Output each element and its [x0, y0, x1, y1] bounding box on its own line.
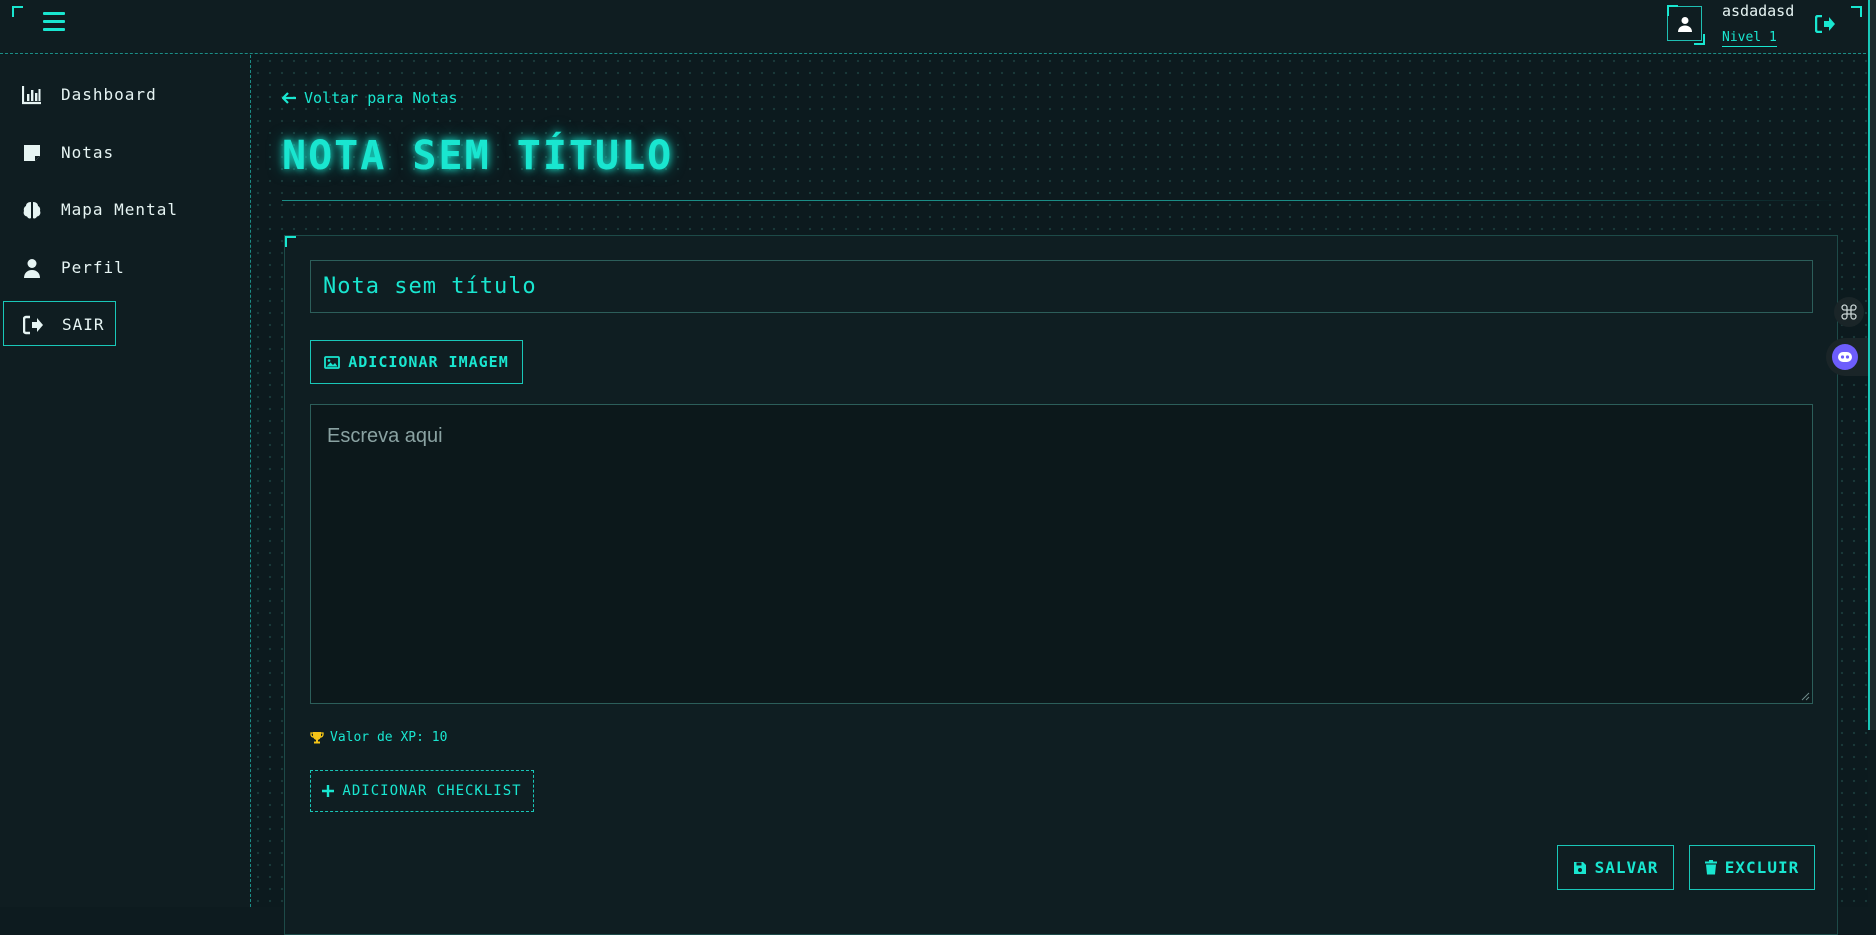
- sidebar-item-label: Dashboard: [61, 85, 157, 104]
- back-link-label: Voltar para Notas: [304, 89, 458, 107]
- delete-button[interactable]: EXCLUIR: [1689, 845, 1815, 890]
- add-image-label: ADICIONAR IMAGEM: [348, 353, 509, 371]
- sidebar-item-mapa-mental[interactable]: Mapa Mental: [3, 187, 177, 232]
- command-icon[interactable]: [1834, 297, 1864, 327]
- note-content-textarea[interactable]: Escreva aqui: [310, 404, 1813, 704]
- sidebar: Dashboard Notas Mapa Mental Perfil SAIR: [0, 55, 251, 907]
- corner-decoration: [1851, 6, 1862, 17]
- sidebar-item-label: Mapa Mental: [61, 200, 178, 219]
- back-to-notes-link[interactable]: Voltar para Notas: [282, 89, 458, 107]
- sidebar-item-label: Perfil: [61, 258, 125, 277]
- note-editor-card: Nota sem título ADICIONAR IMAGEM Escreva…: [284, 235, 1838, 935]
- page-title: NOTA SEM TÍTULO: [282, 133, 674, 179]
- corner-decoration: [12, 6, 23, 17]
- sidebar-item-dashboard[interactable]: Dashboard: [3, 72, 156, 117]
- brain-icon: [23, 202, 41, 219]
- trash-icon: [1704, 860, 1717, 875]
- scrollbar-thumb[interactable]: [1868, 0, 1876, 730]
- bot-icon: [1832, 344, 1858, 370]
- delete-label: EXCLUIR: [1724, 858, 1800, 877]
- corner-decoration: [1694, 34, 1705, 45]
- trophy-icon: [310, 732, 324, 744]
- note-icon: [24, 145, 40, 161]
- sidebar-item-notas[interactable]: Notas: [3, 130, 116, 175]
- save-button[interactable]: SALVAR: [1557, 845, 1674, 890]
- xp-value: Valor de XP: 10: [310, 730, 447, 745]
- hamburger-menu-icon[interactable]: [43, 12, 65, 32]
- add-checklist-label: ADICIONAR CHECKLIST: [342, 783, 522, 799]
- top-bar: asdadasd Nivel 1: [0, 0, 1876, 54]
- user-icon: [24, 259, 40, 278]
- add-checklist-button[interactable]: ADICIONAR CHECKLIST: [310, 770, 534, 812]
- save-label: SALVAR: [1594, 858, 1659, 877]
- main-content: Voltar para Notas NOTA SEM TÍTULO Nota s…: [252, 55, 1876, 935]
- sidebar-item-label: Notas: [61, 143, 115, 162]
- note-content-placeholder: Escreva aqui: [327, 425, 443, 447]
- username: asdadasd: [1722, 2, 1795, 20]
- logout-icon: [23, 315, 43, 335]
- plus-icon: [322, 785, 335, 797]
- corner-decoration: [285, 236, 296, 247]
- floppy-disk-icon: [1573, 861, 1586, 874]
- logout-icon[interactable]: [1814, 14, 1835, 37]
- title-divider: [282, 200, 1842, 201]
- sidebar-item-label: SAIR: [62, 315, 105, 334]
- user-level: Nivel 1: [1722, 30, 1777, 47]
- add-image-button[interactable]: ADICIONAR IMAGEM: [310, 340, 523, 384]
- note-title-input[interactable]: Nota sem título: [310, 260, 1813, 313]
- page-scrollbar[interactable]: [1868, 0, 1876, 907]
- corner-decoration: [1667, 5, 1678, 16]
- user-icon: [1677, 16, 1692, 32]
- chart-bar-icon: [22, 86, 41, 105]
- sidebar-item-perfil[interactable]: Perfil: [3, 245, 124, 290]
- image-icon: [324, 355, 341, 369]
- sidebar-item-sair[interactable]: SAIR: [3, 301, 116, 346]
- xp-label: Valor de XP: 10: [330, 730, 448, 745]
- resize-handle-icon[interactable]: [1800, 691, 1810, 701]
- arrow-left-icon: [282, 92, 296, 104]
